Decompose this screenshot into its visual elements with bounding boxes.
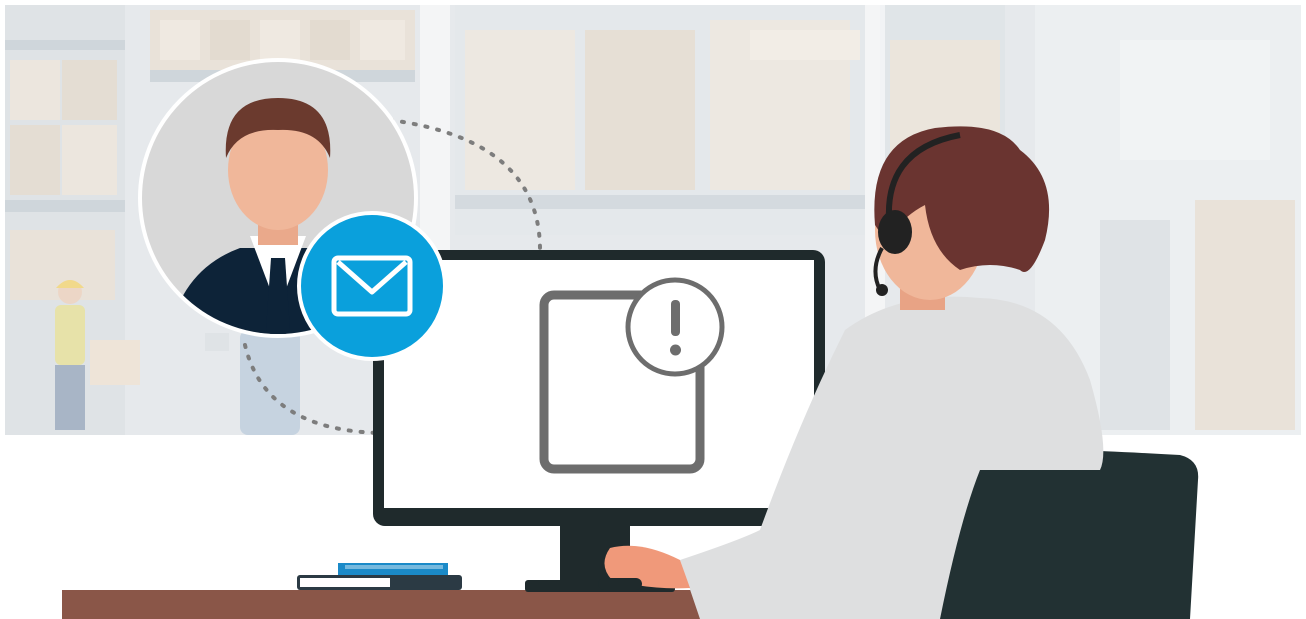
envelope-icon xyxy=(297,211,447,361)
books xyxy=(297,563,462,590)
scene-svg xyxy=(5,5,1301,619)
illustration-scene xyxy=(0,0,1306,619)
document-alert-icon xyxy=(539,277,725,474)
